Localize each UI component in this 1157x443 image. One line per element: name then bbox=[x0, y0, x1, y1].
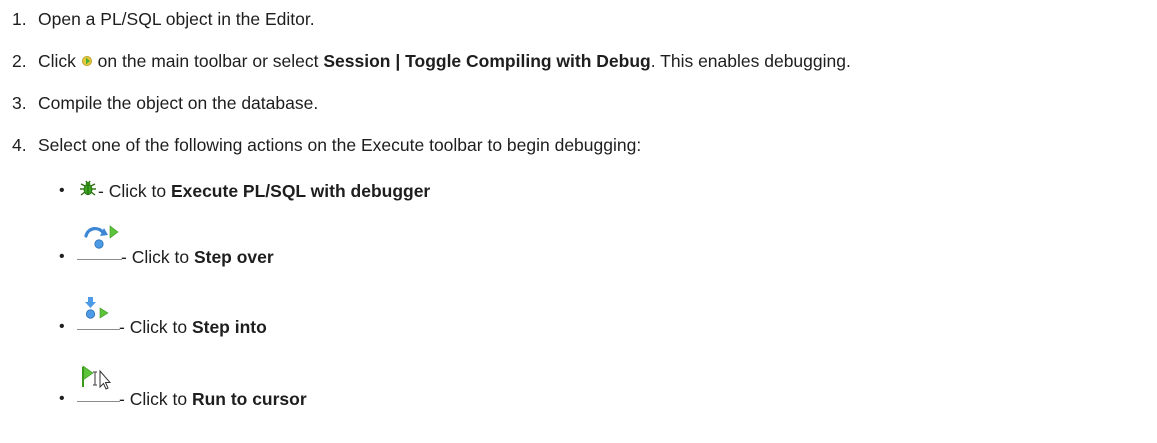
action-label: - Click to Run to cursor bbox=[119, 388, 307, 410]
action-prefix: - Click to bbox=[98, 181, 167, 201]
bullet: • bbox=[59, 318, 65, 335]
action-name: Step into bbox=[191, 317, 267, 337]
action-prefix: - Click to bbox=[121, 247, 190, 267]
step-text-pre: Click bbox=[38, 51, 76, 71]
step-over-icon bbox=[78, 224, 122, 255]
toolbar-icon-underline bbox=[77, 259, 122, 260]
action-prefix: - Click to bbox=[119, 389, 188, 409]
step-text: Compile the object on the database. bbox=[38, 93, 319, 113]
run-to-cursor-icon bbox=[80, 363, 116, 396]
step-text-post: . This enables debugging. bbox=[650, 51, 851, 71]
step-into-icon bbox=[82, 296, 116, 325]
action-name: Step over bbox=[193, 247, 274, 267]
toolbar-icon-underline bbox=[77, 329, 120, 330]
step-text-mid: on the main toolbar or select bbox=[97, 51, 319, 71]
step-number: 1. bbox=[12, 9, 27, 29]
menu-path: Session | Toggle Compiling with Debug bbox=[323, 51, 651, 71]
bullet: • bbox=[59, 182, 65, 199]
action-name: Run to cursor bbox=[191, 389, 307, 409]
action-name: Execute PL/SQL with debugger bbox=[170, 181, 431, 201]
bug-debugger-icon bbox=[78, 178, 98, 203]
bullet: • bbox=[59, 248, 65, 265]
action-label: - Click to Execute PL/SQL with debugger bbox=[98, 180, 430, 202]
step-text: Open a PL/SQL object in the Editor. bbox=[38, 9, 315, 29]
action-label: - Click to Step into bbox=[119, 316, 267, 338]
step-number: 2. bbox=[12, 51, 27, 71]
step-number: 4. bbox=[12, 135, 27, 155]
action-prefix: - Click to bbox=[119, 317, 188, 337]
step-number: 3. bbox=[12, 93, 27, 113]
bullet: • bbox=[59, 390, 65, 407]
step-text: Click on the main toolbar or select Sess… bbox=[38, 50, 851, 72]
action-label: - Click to Step over bbox=[121, 246, 274, 268]
step-text: Select one of the following actions on t… bbox=[38, 135, 642, 155]
toggle-debug-icon bbox=[81, 56, 93, 67]
toolbar-icon-underline bbox=[77, 401, 120, 402]
